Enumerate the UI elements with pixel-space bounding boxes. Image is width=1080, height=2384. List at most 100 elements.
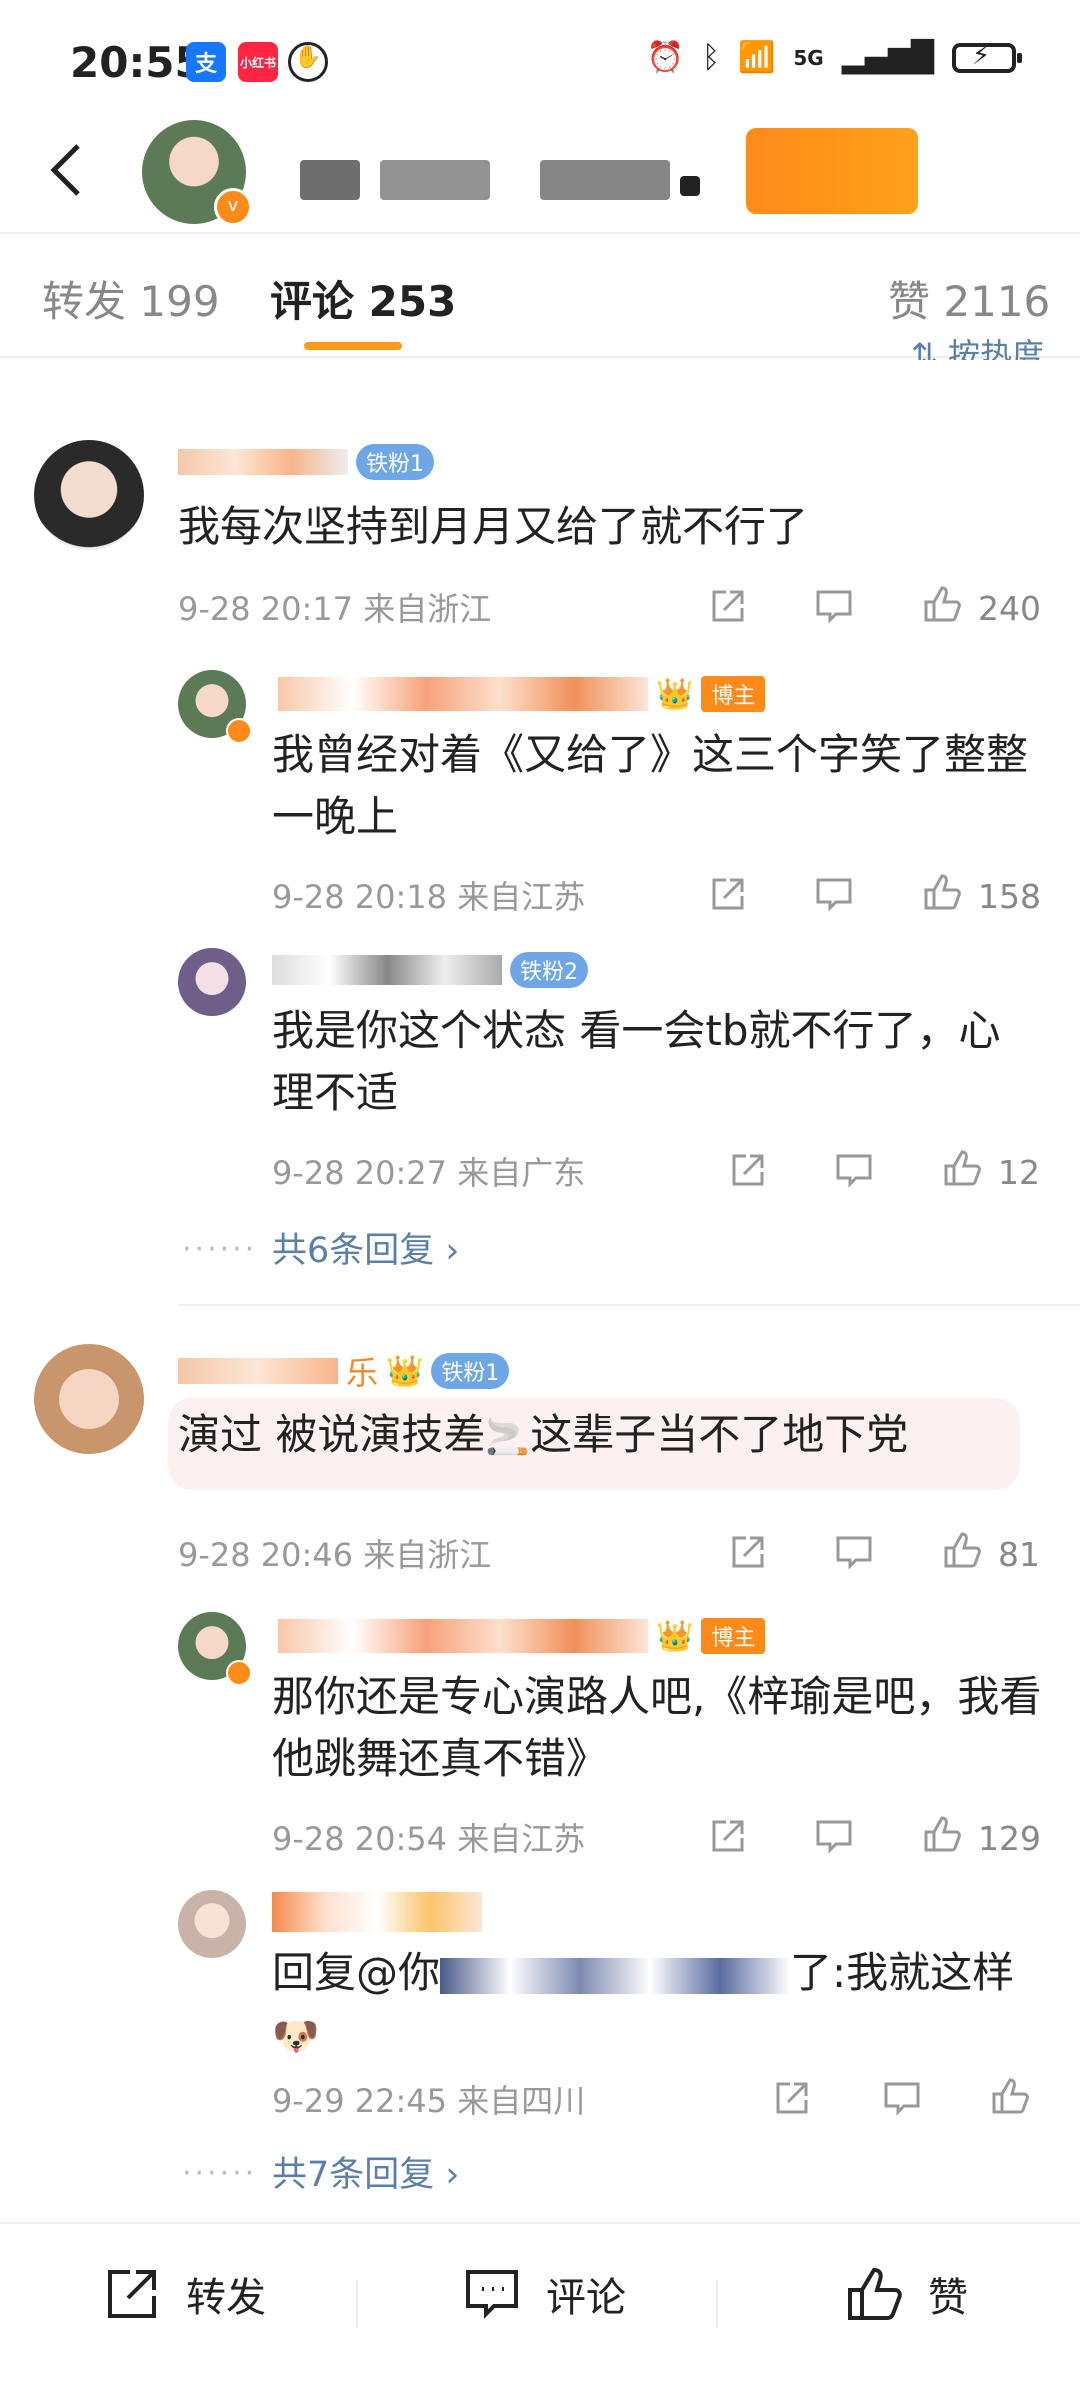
share-button[interactable]	[706, 872, 750, 924]
comment-text: 我每次坚持到月月又给了就不行了	[178, 502, 809, 551]
like-button[interactable]: 158	[920, 870, 1041, 922]
name-redacted	[178, 1358, 338, 1384]
share-button[interactable]	[706, 1814, 750, 1866]
comment-icon	[812, 584, 856, 636]
like-button[interactable]: 赞	[842, 2262, 968, 2326]
share-icon	[726, 1530, 770, 1582]
bottom-separator	[356, 2280, 358, 2328]
share-icon	[706, 1814, 750, 1866]
alarm-icon: ⏰	[646, 40, 684, 75]
active-tab-indicator	[304, 342, 402, 350]
like-count: 158	[978, 876, 1041, 916]
name-redacted	[272, 955, 502, 985]
reply-button[interactable]	[832, 1530, 876, 1582]
commenter-avatar[interactable]	[34, 1344, 144, 1454]
share-button[interactable]	[770, 2076, 814, 2128]
tab-likes[interactable]: 赞 2116	[888, 268, 1050, 329]
bottom-separator	[716, 2280, 718, 2328]
verified-icon	[226, 718, 252, 744]
cigarette-emoji-icon: 🚬	[485, 1417, 531, 1458]
chevron-right-icon: ›	[445, 1231, 460, 1271]
view-more-replies[interactable]: 共7条回复 ›	[272, 2146, 459, 2197]
thumbs-up-icon	[940, 1528, 984, 1580]
doge-emoji-icon: 🐶	[272, 2014, 320, 2058]
reply-meta: 9-29 22:45 来自四川	[272, 2082, 586, 2120]
reply-button[interactable]	[812, 1814, 856, 1866]
reply-text: 那你还是专心演路人吧,《梓瑜是吧，我看他跳舞还真不错》	[272, 1672, 1042, 1783]
comment-icon	[812, 1814, 856, 1866]
share-button[interactable]	[726, 1530, 770, 1582]
replier-name[interactable]: 铁粉2	[272, 952, 588, 988]
thumbs-up-icon	[940, 1146, 984, 1198]
reply-button[interactable]	[812, 584, 856, 636]
comment-text: 演过 被说演技差🚬这辈子当不了地下党	[178, 1410, 909, 1459]
status-time: 20:55	[70, 38, 204, 87]
thumbs-up-icon	[848, 2267, 902, 2320]
like-count: 12	[998, 1152, 1040, 1192]
back-button[interactable]	[40, 140, 100, 200]
tab-comments[interactable]: 评论 253	[270, 268, 456, 329]
repost-button[interactable]: 转发	[100, 2262, 266, 2326]
sort-icon: ⇅	[911, 336, 938, 360]
commenter-name[interactable]: 乐 👑 铁粉1	[178, 1348, 510, 1394]
view-more-replies[interactable]: 共6条回复 ›	[272, 1222, 459, 1273]
share-button[interactable]	[726, 1148, 770, 1200]
like-count: 81	[998, 1534, 1040, 1574]
share-icon	[706, 584, 750, 636]
sort-button[interactable]: ⇅ 按热度	[911, 330, 1044, 360]
crown-icon: 👑	[656, 1618, 694, 1654]
commenter-name[interactable]: 铁粉1	[178, 444, 434, 480]
comment-icon	[812, 872, 856, 924]
reply-button[interactable]	[880, 2076, 924, 2128]
like-button[interactable]: 129	[920, 1812, 1041, 1864]
name-redacted	[278, 677, 648, 711]
reply-meta: 9-28 20:18 来自江苏	[272, 878, 586, 916]
reply-text: 回复@你 了:我就这样 🐶	[272, 1948, 1015, 2058]
crown-icon: 👑	[386, 1353, 424, 1389]
commenter-avatar[interactable]	[34, 440, 144, 550]
reply-text: 我是你这个状态 看一会tb就不行了，心理不适	[272, 1006, 1001, 1117]
reply-button[interactable]	[812, 872, 856, 924]
comment-icon	[832, 1148, 876, 1200]
crown-icon: 👑	[656, 676, 694, 712]
replier-name[interactable]	[272, 1892, 482, 1932]
wifi-icon: 📶	[738, 40, 776, 75]
share-button[interactable]	[706, 584, 750, 636]
xiaohongshu-app-icon: 小红书	[238, 42, 278, 82]
battery-icon: ⚡	[952, 41, 1022, 73]
follow-button[interactable]	[746, 128, 918, 214]
thread-dots: ······	[182, 1232, 258, 1267]
like-button[interactable]: 12	[940, 1146, 1040, 1198]
like-button[interactable]: 81	[940, 1528, 1040, 1580]
reply-meta: 9-28 20:54 来自江苏	[272, 1820, 586, 1858]
replier-avatar[interactable]	[178, 948, 246, 1016]
reply-button[interactable]	[832, 1148, 876, 1200]
fan-badge: 铁粉2	[510, 952, 588, 988]
replier-avatar[interactable]	[178, 1890, 246, 1958]
tab-repost[interactable]: 转发 199	[42, 268, 220, 329]
replier-name[interactable]: 👑 博主	[278, 1618, 766, 1654]
thread-dots: ······	[182, 2156, 258, 2191]
reply-meta: 9-28 20:27 来自广东	[272, 1154, 586, 1192]
comment-icon	[880, 2076, 924, 2128]
share-icon	[108, 2270, 156, 2318]
like-button[interactable]: 240	[920, 582, 1041, 634]
author-name-redacted	[680, 176, 700, 196]
like-count: 240	[978, 588, 1041, 628]
replier-name[interactable]: 👑 博主	[278, 676, 766, 712]
like-button[interactable]	[988, 2074, 1046, 2126]
share-icon	[706, 872, 750, 924]
fan-badge: 铁粉1	[356, 444, 434, 480]
thumbs-up-icon	[920, 870, 964, 922]
thumbs-up-icon	[920, 582, 964, 634]
comment-divider	[178, 1304, 1080, 1306]
comment-meta: 9-28 20:17 来自浙江	[178, 590, 492, 628]
author-name-redacted	[300, 160, 360, 200]
comment-button[interactable]: 评论	[460, 2262, 626, 2326]
verified-icon	[226, 1660, 252, 1686]
name-redacted	[278, 1619, 648, 1653]
signal-icon: ▂▄▆█	[841, 40, 934, 75]
chevron-right-icon: ›	[445, 2155, 460, 2195]
header-divider	[0, 232, 1080, 234]
comment-icon	[832, 1530, 876, 1582]
